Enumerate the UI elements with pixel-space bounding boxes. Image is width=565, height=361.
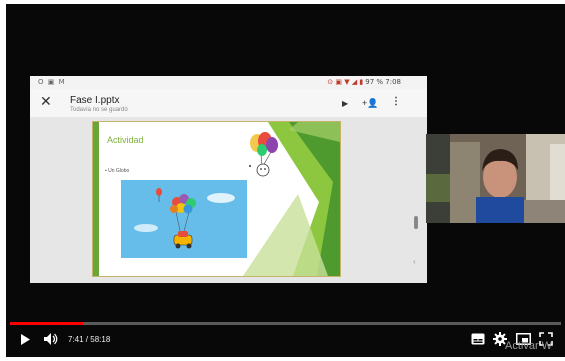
slide-bullet: • Un Globo	[105, 168, 130, 174]
webcam-feed	[426, 134, 565, 223]
webcam-person	[426, 134, 565, 223]
play-icon[interactable]: ▶	[342, 98, 348, 110]
duration: 58:18	[90, 335, 111, 344]
progress-played	[10, 322, 83, 325]
add-person-icon[interactable]: +👤	[362, 97, 378, 109]
slide-title: Actividad	[107, 135, 144, 145]
video-player[interactable]: O ▣ M ⊙ ▣ ▼ ◢ ▮ 97 % 7:08 ✕ Fase I.pptx T…	[6, 4, 565, 357]
activation-watermark: Activar W	[505, 340, 553, 352]
scroll-handle[interactable]	[414, 216, 418, 229]
play-icon[interactable]	[20, 333, 31, 346]
battery-clock: 97 % 7:08	[365, 78, 401, 86]
slide-accent-bar	[93, 122, 99, 276]
app-bar: ✕ Fase I.pptx Todavía no se guardó ▶ +👤 …	[30, 89, 427, 118]
signal-icons: ⊙ ▣ ▼ ◢ ▮	[327, 78, 364, 86]
status-icons-left: O ▣ M	[38, 78, 66, 86]
balloon-car-picture	[121, 180, 247, 258]
slide[interactable]: Actividad • Un Globo	[92, 121, 341, 277]
balloon-cat-image	[249, 132, 278, 177]
status-bar: O ▣ M ⊙ ▣ ▼ ◢ ▮ 97 % 7:08	[30, 76, 427, 89]
progress-bar[interactable]	[10, 322, 561, 325]
slide-canvas[interactable]: Actividad • Un Globo ‹	[30, 117, 427, 283]
more-vert-icon[interactable]: ⋮	[391, 96, 401, 108]
volume-icon[interactable]	[43, 332, 59, 346]
current-time: 7:41	[68, 335, 84, 344]
subtitles-icon[interactable]	[471, 333, 485, 345]
status-info: ⊙ ▣ ▼ ◢ ▮ 97 % 7:08	[327, 78, 401, 86]
close-icon[interactable]: ✕	[40, 94, 52, 108]
file-name: Fase I.pptx	[70, 95, 120, 106]
save-status: Todavía no se guardó	[70, 107, 128, 113]
balloon-car-illustration	[134, 188, 235, 249]
chevron-left-icon[interactable]: ‹	[413, 257, 416, 266]
phone-screen: O ▣ M ⊙ ▣ ▼ ◢ ▮ 97 % 7:08 ✕ Fase I.pptx T…	[30, 76, 427, 283]
time-display: 7:41 / 58:18	[68, 335, 110, 344]
